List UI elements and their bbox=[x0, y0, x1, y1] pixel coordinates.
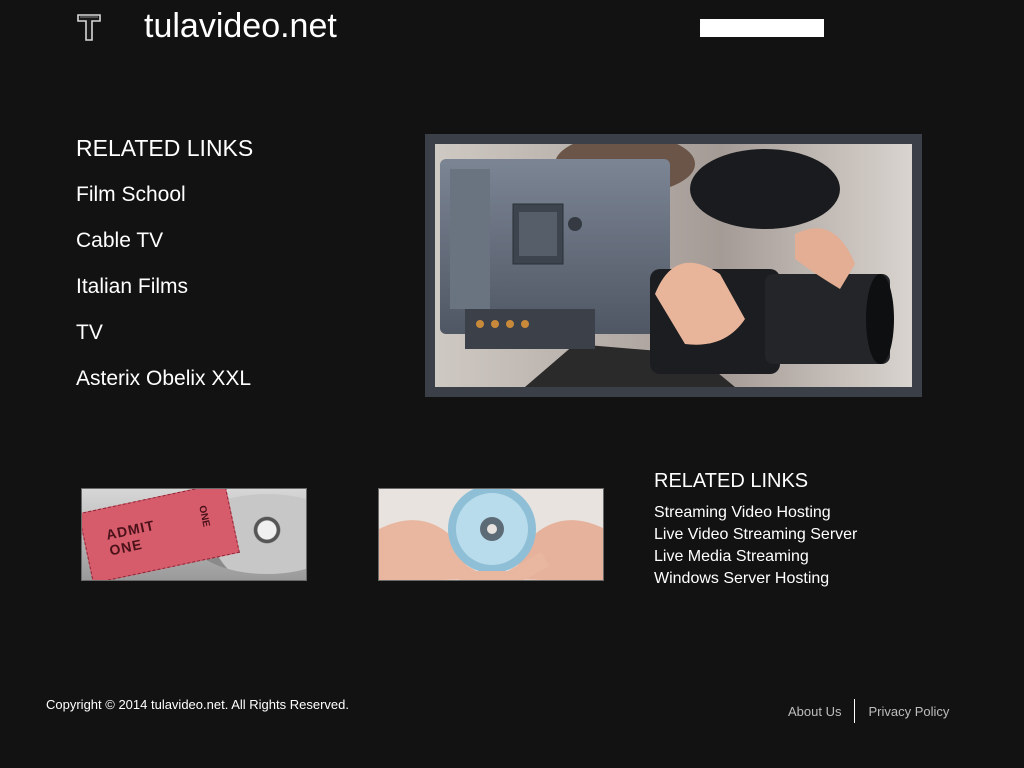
related-link-live-media-streaming[interactable]: Live Media Streaming bbox=[654, 548, 809, 565]
related-link-tv[interactable]: TV bbox=[76, 321, 103, 344]
ticket-text: ADMIT ONE bbox=[104, 516, 157, 559]
video-camera-image bbox=[435, 144, 912, 387]
related-link-windows-server-hosting[interactable]: Windows Server Hosting bbox=[654, 570, 829, 587]
related-links-heading: RELATED LINKS bbox=[76, 135, 254, 161]
related-links-2-heading: RELATED LINKS bbox=[654, 470, 809, 492]
related-links-list: Film School Cable TV Italian Films TV As… bbox=[76, 182, 251, 412]
ticket-side-text: ONE bbox=[196, 504, 212, 529]
related-link-italian-films[interactable]: Italian Films bbox=[76, 275, 188, 298]
related-link-streaming-video-hosting[interactable]: Streaming Video Hosting bbox=[654, 504, 831, 521]
footer-link-privacy-policy[interactable]: Privacy Policy bbox=[868, 704, 949, 719]
admit-one-ticket-image[interactable]: ADMIT ONE ONE bbox=[81, 488, 307, 581]
disc-in-hands-image[interactable] bbox=[378, 488, 604, 581]
footer-link-about-us[interactable]: About Us bbox=[788, 704, 841, 719]
related-link-film-school[interactable]: Film School bbox=[76, 183, 186, 206]
related-link-asterix-obelix-xxl[interactable]: Asterix Obelix XXL bbox=[76, 367, 251, 390]
related-link-live-video-streaming-server[interactable]: Live Video Streaming Server bbox=[654, 526, 857, 543]
related-link-cable-tv[interactable]: Cable TV bbox=[76, 229, 163, 252]
copyright-text: Copyright © 2014 tulavideo.net. All Righ… bbox=[46, 697, 349, 712]
search-input[interactable] bbox=[700, 19, 824, 37]
footer-divider bbox=[854, 699, 856, 723]
related-links-2-list: Streaming Video Hosting Live Video Strea… bbox=[654, 502, 857, 590]
footer-nav: About Us Privacy Policy bbox=[788, 699, 949, 723]
t-logo-icon[interactable] bbox=[76, 12, 102, 42]
site-title[interactable]: tulavideo.net bbox=[144, 6, 337, 46]
hero-image-frame bbox=[425, 134, 922, 397]
